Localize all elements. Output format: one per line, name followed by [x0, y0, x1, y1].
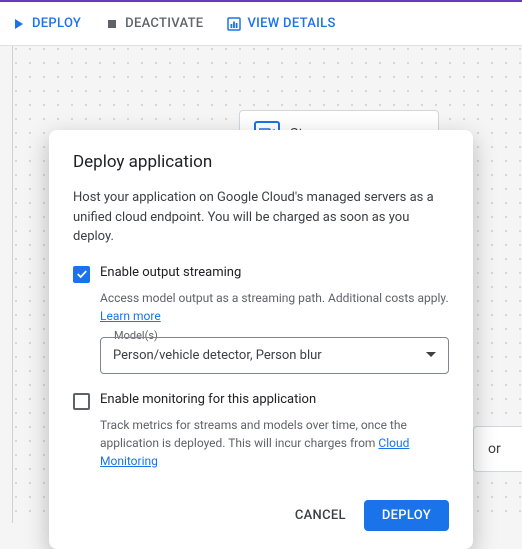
dialog-description: Host your application on Google Cloud's …: [73, 188, 449, 247]
dialog-actions: CANCEL DEPLOY: [73, 500, 449, 531]
deploy-dialog: Deploy application Host your application…: [49, 130, 473, 549]
output-streaming-checkbox[interactable]: [73, 266, 90, 283]
monitoring-option: Enable monitoring for this application: [73, 392, 449, 410]
deploy-confirm-button[interactable]: DEPLOY: [364, 500, 449, 531]
output-streaming-label: Enable output streaming: [100, 265, 241, 280]
cancel-button[interactable]: CANCEL: [295, 508, 346, 523]
models-value: Person/vehicle detector, Person blur: [113, 348, 322, 363]
learn-more-link[interactable]: Learn more: [100, 309, 161, 323]
output-streaming-option: Enable output streaming: [73, 265, 449, 283]
output-streaming-subtext: Access model output as a streaming path.…: [100, 289, 449, 325]
dialog-title: Deploy application: [73, 152, 449, 172]
monitoring-checkbox[interactable]: [73, 393, 90, 410]
models-select[interactable]: Person/vehicle detector, Person blur: [100, 337, 449, 374]
monitoring-label: Enable monitoring for this application: [100, 392, 316, 407]
chevron-down-icon: [426, 352, 436, 357]
output-streaming-sub-a: Access model output as a streaming path.…: [100, 291, 449, 305]
monitoring-sub-a: Track metrics for streams and models ove…: [100, 418, 407, 450]
models-field: Model(s) Person/vehicle detector, Person…: [100, 337, 449, 374]
monitoring-subtext: Track metrics for streams and models ove…: [100, 416, 449, 470]
modal-backdrop: Deploy application Host your application…: [0, 0, 522, 523]
